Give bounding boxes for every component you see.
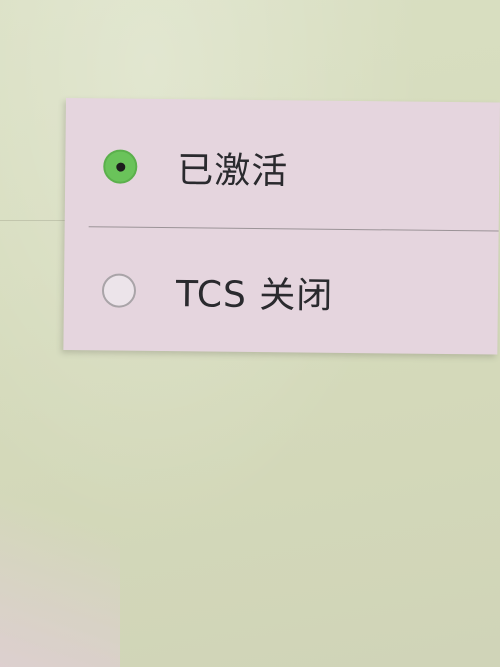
bezel-shadow (0, 457, 120, 667)
menu-option-tcs-off[interactable]: TCS 关闭 (63, 230, 498, 355)
option-label-tcs-off: TCS 关闭 (175, 274, 334, 317)
radio-dot-icon (116, 162, 126, 172)
radio-selected-icon[interactable] (103, 149, 138, 184)
radio-unselected-icon[interactable] (101, 273, 137, 308)
option-label-activated: 已激活 (177, 150, 289, 193)
menu-option-activated[interactable]: 已激活 (65, 106, 500, 231)
tcs-option-menu: 已激活 TCS 关闭 (63, 98, 500, 355)
